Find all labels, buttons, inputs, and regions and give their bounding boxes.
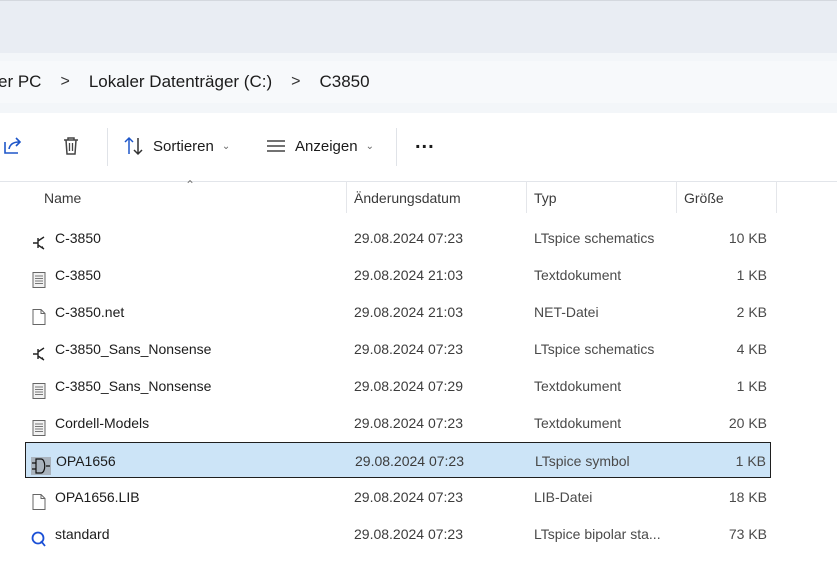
file-type: LTspice schematics — [534, 341, 655, 357]
chevron-down-icon: ⌄ — [221, 140, 231, 152]
column-name[interactable]: Name — [44, 181, 344, 217]
toolbar-divider — [396, 128, 397, 166]
file-type: LTspice schematics — [534, 230, 655, 246]
share-button[interactable] — [2, 135, 24, 157]
chevron-down-icon: ⌄ — [365, 140, 374, 152]
file-size: 73 KB — [728, 526, 767, 542]
column-separator[interactable] — [526, 181, 527, 213]
sort-label: Sortieren — [153, 137, 214, 155]
file-type: Textdokument — [534, 378, 622, 394]
file-date: 29.08.2024 07:23 — [354, 341, 463, 357]
file-name: Cordell-Models — [55, 415, 150, 431]
file-row[interactable]: C-3850.net 29.08.2024 21:03 NET-Datei 2 KB — [25, 294, 771, 330]
more-icon: ... — [415, 131, 435, 153]
file-row[interactable]: standard 29.08.2024 07:23 LTspice bipolar … — [25, 516, 771, 552]
file-name: C-3850.net — [55, 304, 125, 320]
command-bar: Sortieren ⌄ Anzeigen ⌄ ... — [0, 113, 837, 182]
window-top-strip — [0, 0, 837, 53]
text-document-icon — [30, 414, 48, 436]
text-document-icon — [30, 266, 48, 288]
file-name: OPA1656.LIB — [55, 489, 140, 505]
file-name: standard — [55, 526, 110, 542]
file-size: 20 KB — [728, 415, 767, 431]
blank-file-icon — [30, 303, 48, 325]
column-separator[interactable] — [676, 181, 677, 213]
breadcrumb-folder[interactable]: C3850 — [319, 72, 369, 92]
column-separator[interactable] — [776, 181, 777, 213]
ltspice-schematic-icon — [30, 229, 48, 250]
file-row[interactable]: OPA1656.LIB 29.08.2024 07:23 LIB-Datei 18 K… — [25, 479, 771, 515]
file-name: C-3850_Sans_Nonsense — [55, 341, 212, 357]
file-row[interactable]: OPA1656 29.08.2024 07:23 LTspice symbol 1 K… — [25, 442, 771, 478]
file-date: 29.08.2024 07:29 — [354, 378, 463, 394]
file-size: 2 KB — [736, 304, 767, 320]
column-type[interactable]: Typ — [534, 181, 674, 217]
view-label: Anzeigen — [295, 137, 358, 155]
column-size[interactable]: Größe — [684, 181, 774, 217]
trash-icon — [64, 137, 78, 155]
file-name: OPA1656 — [56, 453, 116, 469]
file-size: 1 KB — [736, 267, 767, 283]
file-row[interactable]: C-3850 29.08.2024 21:03 Textdokument 1 KB — [25, 257, 771, 293]
file-size: 1 KB — [735, 453, 766, 469]
breadcrumb-separator[interactable]: > — [60, 73, 69, 91]
file-name: C-3850_Sans_Nonsense — [55, 378, 212, 394]
file-size: 10 KB — [728, 230, 767, 246]
sort-icon — [124, 136, 143, 156]
view-button[interactable]: Anzeigen ⌄ — [265, 135, 374, 157]
sort-button[interactable]: Sortieren ⌄ — [123, 135, 230, 157]
breadcrumb-separator[interactable]: > — [291, 73, 300, 91]
file-row[interactable]: C-3850_Sans_Nonsense 29.08.2024 07:29 Text… — [25, 368, 771, 404]
file-row[interactable]: Cordell-Models 29.08.2024 07:23 Textdokume… — [25, 405, 771, 441]
file-size: 1 KB — [736, 378, 767, 394]
ltspice-symbol-icon — [31, 452, 51, 475]
file-type: LTspice bipolar sta... — [534, 526, 661, 542]
file-date: 29.08.2024 07:23 — [354, 230, 463, 246]
ltspice-bipolar-icon — [30, 525, 48, 547]
blank-file-icon — [30, 488, 48, 510]
file-date: 29.08.2024 07:23 — [354, 489, 463, 505]
file-date: 29.08.2024 07:23 — [355, 453, 464, 469]
more-options-button[interactable]: ... — [415, 131, 435, 154]
column-header: Name Änderungsdatum Typ Größe — [0, 181, 837, 217]
share-icon — [4, 137, 22, 154]
column-separator[interactable] — [346, 181, 347, 213]
file-type: NET-Datei — [534, 304, 599, 320]
file-date: 29.08.2024 07:23 — [354, 526, 463, 542]
file-type: Textdokument — [534, 415, 622, 431]
file-row[interactable]: C-3850 29.08.2024 07:23 LTspice schematics… — [25, 220, 771, 256]
file-date: 29.08.2024 21:03 — [354, 267, 463, 283]
text-document-icon — [30, 377, 48, 399]
file-name: C-3850 — [55, 267, 101, 283]
file-date: 29.08.2024 07:23 — [354, 415, 463, 431]
breadcrumb[interactable]: er PC > Lokaler Datenträger (C:) > C3850 — [0, 61, 837, 103]
view-icon — [267, 140, 285, 152]
file-name: C-3850 — [55, 230, 101, 246]
file-size: 18 KB — [728, 489, 767, 505]
file-type: Textdokument — [534, 267, 622, 283]
file-date: 29.08.2024 21:03 — [354, 304, 463, 320]
file-row[interactable]: C-3850_Sans_Nonsense 29.08.2024 07:23 LTsp… — [25, 331, 771, 367]
file-type: LIB-Datei — [534, 489, 593, 505]
file-type: LTspice symbol — [535, 453, 630, 469]
delete-button[interactable] — [60, 135, 82, 157]
file-size: 4 KB — [736, 341, 767, 357]
breadcrumb-local-disk[interactable]: Lokaler Datenträger (C:) — [89, 72, 272, 92]
column-date[interactable]: Änderungsdatum — [354, 181, 524, 217]
ltspice-schematic-icon — [30, 340, 48, 361]
breadcrumb-this-pc[interactable]: er PC — [0, 72, 41, 92]
toolbar-divider — [107, 128, 108, 166]
